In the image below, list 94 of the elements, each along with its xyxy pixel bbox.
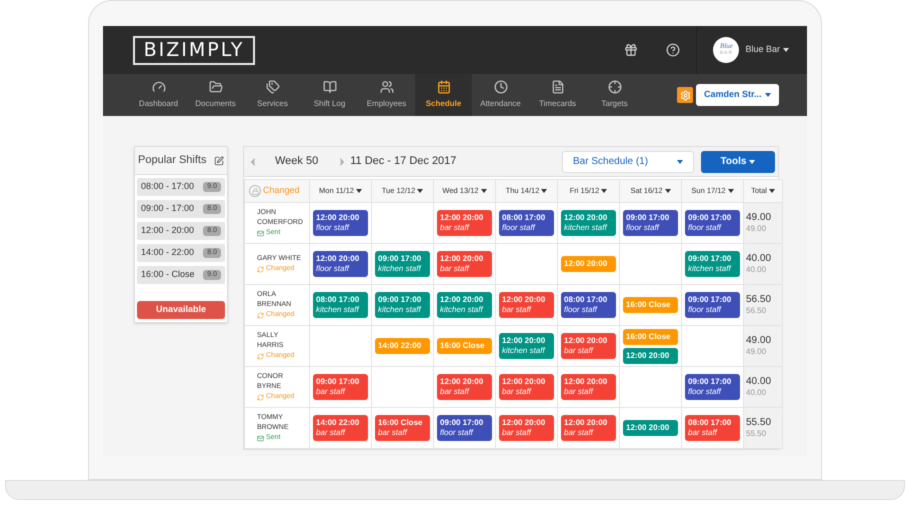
- nav-tab[interactable]: Attendance: [472, 74, 529, 116]
- week-label: Week 50: [275, 154, 318, 170]
- schedule-dropdown[interactable]: Bar Schedule (1): [562, 150, 694, 172]
- nav-tab[interactable]: Employees: [358, 74, 415, 116]
- scheduled-hours: 56.50: [746, 306, 768, 316]
- shift-block[interactable]: 12:00 20:00 kitchen staff: [561, 210, 616, 236]
- book-icon: [322, 80, 336, 94]
- shift-block[interactable]: 09:00 17:00 floor staff: [685, 210, 740, 236]
- shift-block[interactable]: 09:00 17:00 floor staff: [623, 210, 678, 236]
- caret-icon: [601, 189, 608, 193]
- caret-icon: [677, 160, 683, 164]
- shift-block[interactable]: 09:00 17:00 bar staff: [313, 374, 368, 400]
- shift-block[interactable]: 12:00 20:00 bar staff: [499, 415, 554, 441]
- edit-icon[interactable]: [214, 156, 224, 166]
- refresh-icon: [257, 394, 264, 400]
- nav-tab[interactable]: Timecards: [529, 74, 586, 116]
- nav-tab[interactable]: Targets: [586, 74, 643, 116]
- gift-icon[interactable]: [624, 43, 638, 57]
- caret-icon: [541, 189, 548, 193]
- caret-icon: [749, 160, 756, 164]
- mail-icon: [257, 230, 264, 236]
- shift-block[interactable]: 12:00 20:00: [623, 348, 678, 364]
- shift-block[interactable]: 12:00 20:00: [623, 420, 678, 436]
- total-hours: 55.50: [746, 417, 772, 429]
- nav-tab[interactable]: Schedule: [415, 74, 472, 116]
- help-icon[interactable]: [666, 43, 680, 57]
- caret-icon: [765, 93, 771, 97]
- shift-block[interactable]: 12:00 20:00 floor staff: [313, 210, 368, 236]
- scheduled-hours: 55.50: [746, 429, 768, 439]
- shift-block[interactable]: 12:00 20:00 bar staff: [499, 374, 554, 400]
- shift-block[interactable]: 09:00 17:00 kitchen staff: [375, 251, 430, 277]
- panel-title: Popular Shifts: [138, 153, 206, 168]
- scheduled-hours: 40.00: [746, 265, 768, 275]
- shift-block[interactable]: 12:00 20:00 bar staff: [437, 251, 492, 277]
- settings-icon[interactable]: [677, 87, 693, 103]
- shift-block[interactable]: 09:00 17:00 kitchen staff: [375, 292, 430, 318]
- lock-icon[interactable]: [249, 185, 261, 197]
- shift-block[interactable]: 12:00 20:00 bar staff: [561, 415, 616, 441]
- total-hours: 49.00: [746, 335, 772, 347]
- account-menu[interactable]: Blue Bar: [745, 43, 789, 57]
- location-dropdown[interactable]: Camden Str...: [696, 84, 779, 106]
- caret-icon: [356, 189, 362, 193]
- shift-block[interactable]: 09:00 17:00 floor staff: [685, 292, 740, 318]
- logo[interactable]: BIZIMPLY: [133, 36, 255, 64]
- refresh-icon: [257, 352, 264, 360]
- shift-block[interactable]: 08:00 17:00 floor staff: [561, 292, 616, 318]
- caret-icon: [417, 189, 424, 193]
- caret-icon: [480, 189, 487, 193]
- shift-block[interactable]: 12:00 20:00 bar staff: [437, 210, 492, 236]
- shift-block[interactable]: 09:00 17:00 floor staff: [437, 415, 492, 441]
- document-icon: [550, 80, 564, 94]
- refresh-icon: [257, 266, 264, 272]
- shift-block[interactable]: 16:00 Close bar staff: [375, 415, 430, 441]
- total-hours: 56.50: [746, 294, 772, 306]
- date-range: 11 Dec - 17 Dec 2017: [350, 154, 456, 170]
- shift-block[interactable]: 12:00 20:00 floor staff: [313, 251, 368, 277]
- shift-block[interactable]: 12:00 20:00 kitchen staff: [499, 333, 554, 359]
- tools-button[interactable]: Tools: [701, 150, 775, 172]
- changed-label: Changed: [263, 184, 300, 198]
- calendar-icon: [436, 80, 450, 94]
- caret-icon: [728, 189, 734, 193]
- shift-block[interactable]: 12:00 20:00 bar staff: [561, 374, 616, 400]
- clock-icon: [494, 80, 508, 94]
- caret-icon: [783, 48, 789, 52]
- scheduled-hours: 49.00: [746, 347, 768, 357]
- tag-icon: [266, 80, 280, 94]
- folder-icon: [208, 80, 222, 94]
- nav-tab[interactable]: Dashboard: [130, 74, 187, 116]
- unavailable-button[interactable]: Unavailable: [137, 300, 225, 319]
- total-hours: 49.00: [746, 212, 772, 224]
- total-hours: 40.00: [746, 253, 772, 265]
- shift-block[interactable]: 08:00 17:00 kitchen staff: [313, 292, 368, 318]
- nav-tab[interactable]: Documents: [187, 74, 244, 116]
- shift-block[interactable]: 09:00 17:00 kitchen staff: [685, 251, 740, 277]
- scheduled-hours: 40.00: [746, 388, 768, 398]
- people-icon: [380, 80, 394, 94]
- shift-block[interactable]: 12:00 20:00 bar staff: [561, 333, 616, 359]
- crosshair-icon: [608, 80, 622, 94]
- gauge-icon: [152, 80, 166, 94]
- shift-block[interactable]: 08:00 17:00 bar staff: [685, 415, 740, 441]
- shift-block[interactable]: 12:00 20:00 bar staff: [499, 292, 554, 318]
- mail-icon: [257, 434, 264, 442]
- nav-tab[interactable]: Services: [244, 74, 301, 116]
- refresh-icon: [257, 312, 264, 318]
- shift-block[interactable]: 14:00 22:00 bar staff: [313, 415, 368, 441]
- total-hours: 40.00: [746, 376, 772, 388]
- shift-block[interactable]: 12:00 20:00 kitchen staff: [437, 292, 492, 318]
- shift-block[interactable]: 12:00 20:00 bar staff: [437, 374, 492, 400]
- shift-block[interactable]: 09:00 17:00 floor staff: [685, 374, 740, 400]
- caret-icon: [768, 189, 775, 193]
- caret-icon: [664, 189, 671, 193]
- nav-tab[interactable]: Shift Log: [301, 74, 358, 116]
- shift-block[interactable]: 08:00 17:00 floor staff: [499, 210, 554, 236]
- scheduled-hours: 49.00: [746, 224, 768, 234]
